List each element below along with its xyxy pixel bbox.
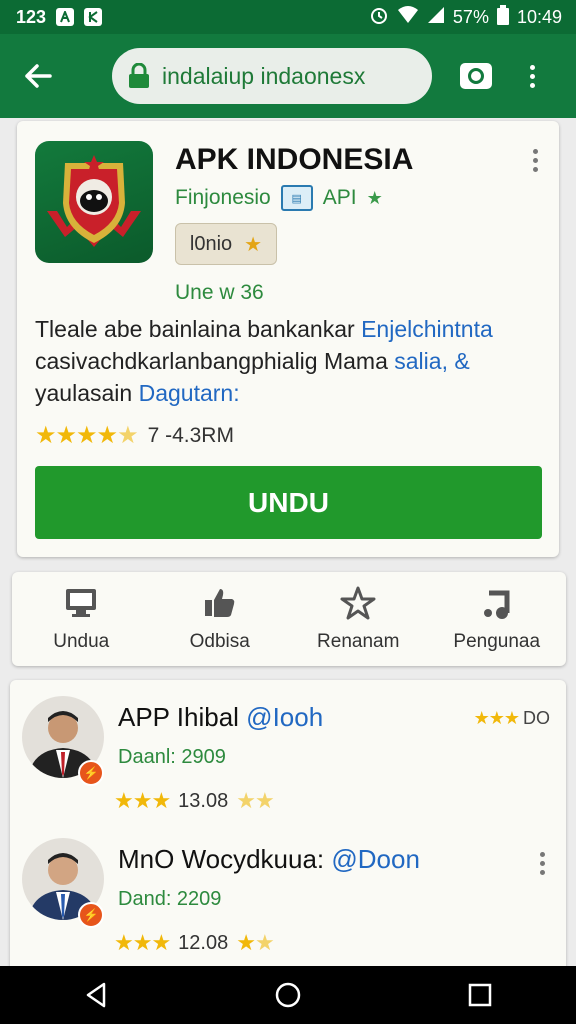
reviewer-name-text: MnO Wocydkuua: [118,844,332,874]
side-rating: ★★★ DO [474,708,550,729]
description-link[interactable]: salia, & [394,348,469,374]
back-arrow-icon [25,64,52,88]
review-stars-icon: ★★★ [114,930,171,955]
monitor-icon [66,589,97,617]
review-extra-stars-icon: ★★ [236,930,274,955]
camera-button[interactable] [460,63,492,89]
tab-label: Renanam [317,631,400,652]
reviewer-handle[interactable]: @Iooh [246,702,323,732]
update-info: Une w 36 [175,281,264,304]
star-icon: ★ [244,233,263,256]
rating-text: 7 -4.3RM [147,423,234,447]
developer-row: Finjonesio ▤ API ★ [175,185,383,211]
tab-label: Undua [53,631,110,652]
reviewer-name-text: APP Ihibal [118,702,247,732]
music-note-icon [483,590,510,619]
side-rating-text: DO [523,708,550,728]
reviewer-name: MnO Wocydkuua: @Doon [118,844,420,875]
description-link[interactable]: Dagutarn: [139,380,240,406]
review-extra-stars-icon: ★★ [236,788,274,813]
rating-stars-icon: ★★★★★ [35,422,139,449]
tab-label: Pengunaa [453,631,541,652]
status-bar: 123 57% 10:49 [0,0,576,34]
chip-label: l0nio [189,232,233,255]
home-circle-icon [275,982,301,1008]
review-subtitle: Dand: 2209 [118,888,222,910]
status-left: 123 [0,6,103,28]
wifi-icon [397,5,419,29]
back-triangle-icon [86,982,106,1008]
review-rating-row: ★★★ 12.08 ★★ [114,930,275,956]
k-notification-icon [84,8,103,26]
status-right: 57% 10:49 [369,4,576,30]
back-button[interactable] [14,52,62,100]
lock-icon [129,63,149,88]
more-vert-icon [529,64,535,70]
review-rating-row: ★★★ 13.08 ★★ [114,788,275,814]
app-rating-row: ★★★★★ 7 -4.3RM [35,421,234,450]
side-stars-icon: ★★★ [473,708,520,728]
id-card-icon: ▤ [280,185,313,211]
status-clock: 10:49 [516,6,562,27]
status-time-left: 123 [16,6,47,27]
reviewer-handle[interactable]: @Doon [331,844,420,874]
thumbs-up-icon [204,589,234,617]
star-outline-icon [340,586,376,620]
review-subtitle: Daanl: 2909 [118,746,226,768]
alarm-icon [369,5,389,30]
battery-icon [496,4,509,30]
battery-percent: 57% [452,6,489,27]
camera-icon [468,68,484,84]
reviews-card: ⚡ APP Ihibal @Iooh ★★★ DO Daanl: 2909 ★★… [10,680,566,980]
review-item[interactable]: ⚡ MnO Wocydkuua: @Doon Dand: 2209 ★★★ 12… [10,822,566,955]
recents-square-icon [468,983,492,1007]
nav-back-button[interactable] [72,971,120,1019]
url-text: indalaiup indaonesx [162,62,366,89]
nav-home-button[interactable] [264,971,312,1019]
tab-undua[interactable]: Undua [12,572,151,666]
tab-label: Odbisa [189,631,250,652]
action-tabs: Undua Odbisa Renanam Pengunaa [12,572,566,666]
description-text: casivachdkarlanbangphialig Mama [35,348,395,374]
review-score: 12.08 [178,931,229,954]
browser-toolbar: indalaiup indaonesx [0,34,576,118]
verified-badge-icon: ⚡ [78,902,104,928]
more-vert-button[interactable] [522,64,542,88]
app-more-button[interactable] [525,149,545,172]
rating-chip[interactable]: l0nio ★ [175,223,277,265]
app-title: APK INDONESIA [175,143,414,176]
star-icon: ★ [366,187,383,208]
install-button[interactable]: UNDU [35,466,542,539]
app-info-card: APK INDONESIA Finjonesio ▤ API ★ l0nio ★… [17,121,559,557]
nav-recents-button[interactable] [456,971,504,1019]
review-stars-icon: ★★★ [114,788,171,813]
description-text: yaulasain [35,380,139,406]
tab-odbisa[interactable]: Odbisa [151,572,290,666]
description-link[interactable]: Enjelchintnta [361,316,493,342]
url-bar[interactable]: indalaiup indaonesx [112,48,432,104]
developer-tag: API [322,186,357,209]
tab-pengunaa[interactable]: Pengunaa [428,572,567,666]
more-vert-icon [539,852,545,857]
more-vert-icon [532,149,538,154]
verified-badge-icon: ⚡ [78,760,104,786]
description-text: Tleale abe bainlaina bankankar [35,316,362,342]
system-nav-bar [0,966,576,1024]
tab-renanam[interactable]: Renanam [289,572,428,666]
review-more-button[interactable] [532,852,552,875]
app-logo-icon[interactable] [35,141,153,263]
review-item[interactable]: ⚡ APP Ihibal @Iooh ★★★ DO Daanl: 2909 ★★… [10,680,566,813]
review-score: 13.08 [178,789,229,812]
reviewer-name: APP Ihibal @Iooh [118,702,323,733]
a-notification-icon [56,8,75,26]
signal-icon [427,6,445,29]
app-description: Tleale abe bainlaina bankankar Enjelchin… [35,313,545,409]
developer-name[interactable]: Finjonesio [175,186,271,210]
